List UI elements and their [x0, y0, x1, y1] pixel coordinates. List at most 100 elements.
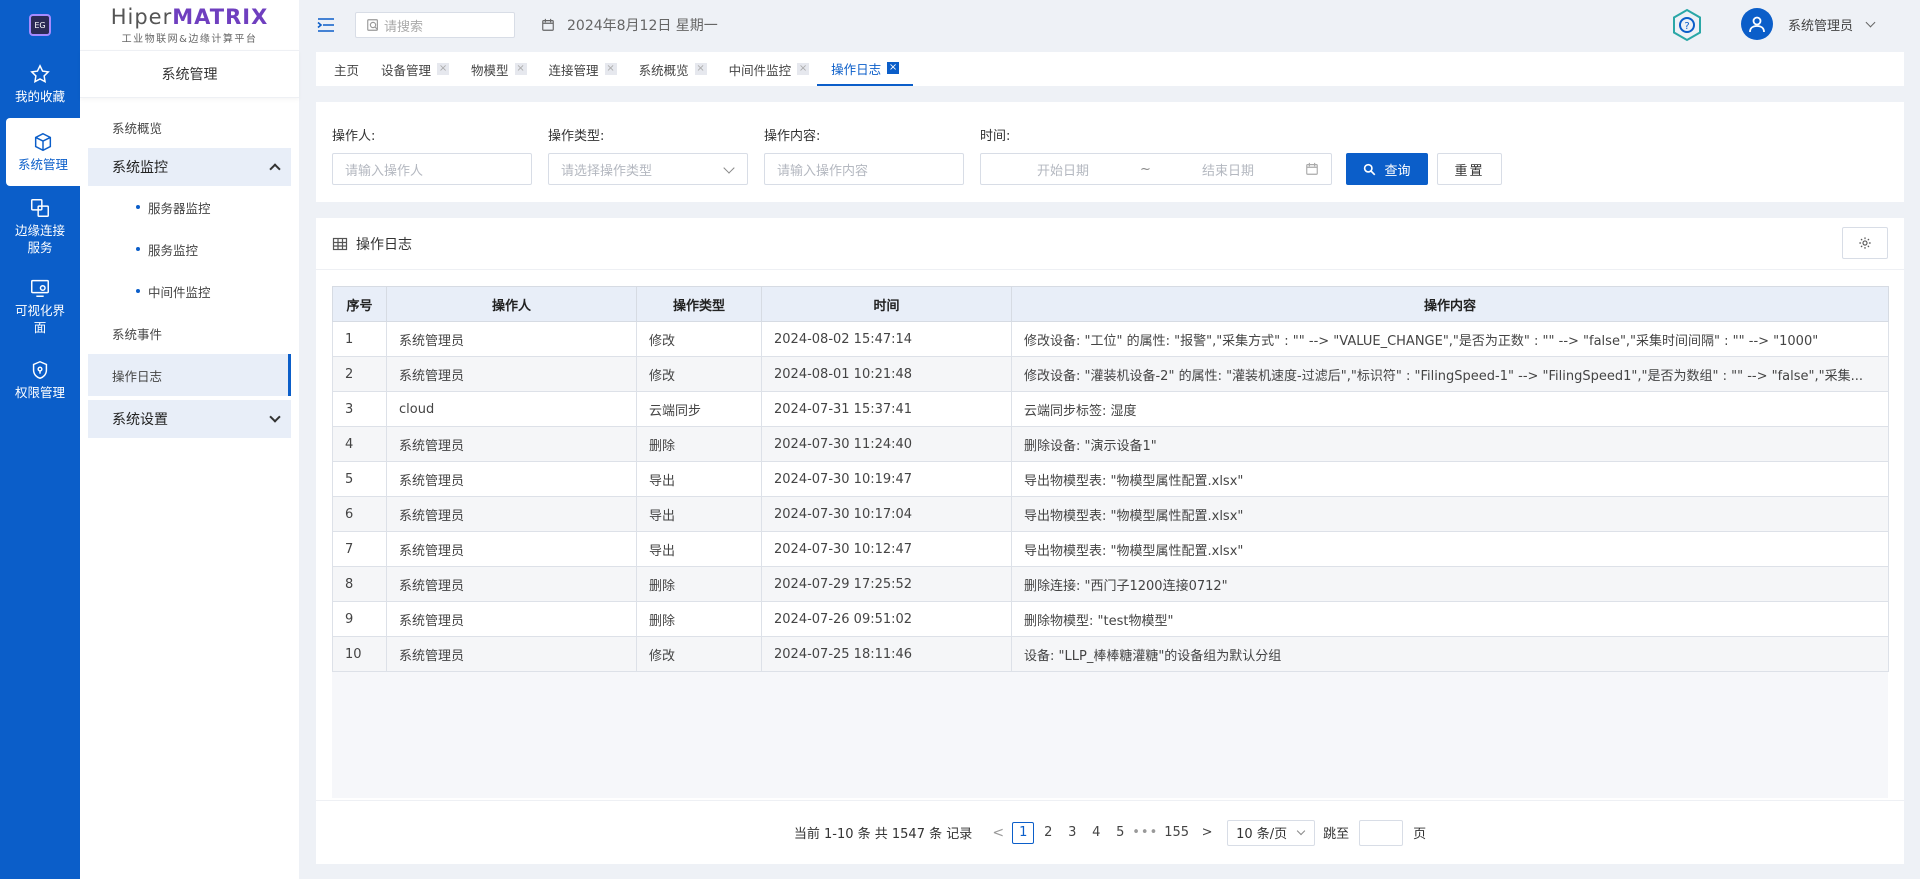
table-cell: 2024-07-26 09:51:02 [761, 601, 1012, 637]
table-cell: 删除 [636, 601, 762, 637]
column-header[interactable]: 操作类型 [636, 286, 762, 322]
table-cell: 1 [332, 321, 387, 357]
reset-button[interactable]: 重置 [1437, 153, 1502, 185]
tab-home[interactable]: 主页 [334, 52, 359, 86]
tab-connection-management[interactable]: 连接管理 × [549, 52, 617, 86]
rail-item-edge[interactable]: 边缘连接服务 [0, 186, 80, 266]
tab-operation-log[interactable]: 操作日志 × [817, 52, 914, 86]
operation-log-panel: 操作日志 序号 操作人 操作类型 时间 操作内容 1 系统管理员 修改 2024-08… [316, 218, 1904, 864]
column-header[interactable]: 时间 [761, 286, 1012, 322]
chevron-up-icon [269, 163, 281, 175]
star-icon [30, 64, 50, 83]
end-date-input[interactable]: 结束日期 [1202, 160, 1254, 179]
prev-page-button[interactable]: < [986, 821, 1010, 845]
table-row[interactable]: 5 系统管理员 导出 2024-07-30 10:19:47 导出物模型表: "物模型属… [332, 461, 1889, 497]
user-menu[interactable]: 系统管理员 [1740, 8, 1876, 40]
page-tabs: 主页 设备管理 × 物模型 × 连接管理 × 系统概览 × 中间件监控 × 操作日志 × [316, 52, 1904, 86]
table-cell: 修改 [636, 356, 762, 392]
menu-toggle-icon[interactable] [317, 18, 335, 32]
table-row[interactable]: 4 系统管理员 删除 2024-07-30 11:24:40 删除设备: "演示设备1" [332, 426, 1889, 462]
sidebar-menu: 系统概览 系统监控 服务器监控 服务监控 中间件监控 系统事件 操作日志 系统设… [80, 98, 299, 438]
close-icon[interactable]: × [797, 63, 810, 75]
close-icon[interactable]: × [887, 62, 900, 74]
table-cell: 10 [332, 636, 387, 672]
page-button[interactable]: 3 [1060, 821, 1084, 845]
search-input[interactable]: 请搜索 [355, 12, 515, 38]
query-button[interactable]: 查询 [1346, 153, 1428, 185]
rail-item-label: 系统管理 [17, 157, 68, 172]
table-cell: 2024-07-30 10:12:47 [761, 531, 1012, 567]
sidebar-item-server-monitor[interactable]: 服务器监控 [88, 186, 291, 228]
table-cell: 5 [332, 461, 387, 497]
page-button[interactable]: 2 [1036, 821, 1060, 845]
column-header[interactable]: 操作内容 [1011, 286, 1889, 322]
date-range-picker[interactable]: 开始日期 ~ 结束日期 [980, 153, 1332, 185]
sidebar-title: 系统管理 [80, 50, 299, 98]
next-page-button[interactable]: > [1195, 821, 1219, 845]
operation-type-select[interactable]: 请选择操作类型 [548, 153, 748, 185]
table-cell: 导出 [636, 531, 762, 567]
page-button[interactable]: 4 [1084, 821, 1108, 845]
table-cell: 修改设备: "工位" 的属性: "报警","采集方式" : "" --> "VA… [1011, 321, 1889, 357]
start-date-input[interactable]: 开始日期 [1037, 160, 1089, 179]
page-ellipsis[interactable]: ••• [1132, 821, 1158, 845]
table-cell: 系统管理员 [386, 356, 637, 392]
rail-item-permission[interactable]: 权限管理 [0, 346, 80, 414]
tab-thing-model[interactable]: 物模型 × [471, 52, 527, 86]
rail-item-favorites[interactable]: 我的收藏 [0, 50, 80, 118]
table-row[interactable]: 8 系统管理员 删除 2024-07-29 17:25:52 删除连接: "西门子120… [332, 566, 1889, 602]
table-cell: 2024-08-01 10:21:48 [761, 356, 1012, 392]
page-button[interactable]: 1 [1012, 821, 1035, 844]
tab-middleware-monitor[interactable]: 中间件监控 × [729, 52, 810, 86]
pagination: 当前 1-10 条 共 1547 条 记录 < 1 2 3 4 5 ••• 15… [316, 800, 1904, 864]
column-header[interactable]: 序号 [332, 286, 387, 322]
table-cell: 2024-07-30 10:17:04 [761, 496, 1012, 532]
close-icon[interactable]: × [437, 63, 450, 75]
jump-label: 跳至 [1323, 827, 1350, 842]
rail-item-visual[interactable]: 可视化界面 [0, 266, 80, 346]
table-row[interactable]: 3 cloud 云端同步 2024-07-31 15:37:41 云端同步标签: 湿度 [332, 391, 1889, 427]
page-size-select[interactable]: 10 条/页 [1227, 819, 1316, 846]
table-cell: 6 [332, 496, 387, 532]
column-header[interactable]: 操作人 [386, 286, 637, 322]
table-row[interactable]: 9 系统管理员 删除 2024-07-26 09:51:02 删除物模型: "test物… [332, 601, 1889, 637]
help-icon[interactable]: ? [1670, 8, 1704, 42]
table-row[interactable]: 10 系统管理员 修改 2024-07-25 18:11:46 设备: "LLP_棒棒糖… [332, 636, 1889, 672]
page-button[interactable]: 155 [1164, 821, 1189, 845]
sidebar-item-overview[interactable]: 系统概览 [88, 106, 291, 148]
table-body: 1 系统管理员 修改 2024-08-02 15:47:14 修改设备: "工位" 的属… [332, 321, 1889, 672]
table-cell: 2024-07-30 10:19:47 [761, 461, 1012, 497]
operation-content-input[interactable]: 请输入操作内容 [764, 153, 964, 185]
rail-item-system[interactable]: 系统管理 [6, 118, 80, 186]
table-row[interactable]: 6 系统管理员 导出 2024-07-30 10:17:04 导出物模型表: "物模型属… [332, 496, 1889, 532]
table-row[interactable]: 7 系统管理员 导出 2024-07-30 10:12:47 导出物模型表: "物模型属… [332, 531, 1889, 567]
table-cell: 导出物模型表: "物模型属性配置.xlsx" [1011, 496, 1889, 532]
close-icon[interactable]: × [604, 63, 617, 75]
table-cell: 3 [332, 391, 387, 427]
table-row[interactable]: 2 系统管理员 修改 2024-08-01 10:21:48 修改设备: "灌装机设备-… [332, 356, 1889, 392]
tab-device-management[interactable]: 设备管理 × [381, 52, 450, 86]
page-button[interactable]: 5 [1108, 821, 1132, 845]
jump-page-input[interactable] [1359, 819, 1404, 846]
sidebar-item-events[interactable]: 系统事件 [88, 312, 291, 354]
sidebar-group-settings[interactable]: 系统设置 [88, 400, 291, 438]
sidebar-group-monitor[interactable]: 系统监控 [88, 148, 291, 186]
operator-input[interactable]: 请输入操作人 [332, 153, 532, 185]
table-cell: 2024-07-25 18:11:46 [761, 636, 1012, 672]
table-row[interactable]: 1 系统管理员 修改 2024-08-02 15:47:14 修改设备: "工位" 的属… [332, 321, 1889, 357]
time-label: 时间: [980, 129, 1011, 144]
table-cell: 系统管理员 [386, 321, 637, 357]
close-icon[interactable]: × [514, 63, 527, 75]
table-cell: 导出物模型表: "物模型属性配置.xlsx" [1011, 461, 1889, 497]
filter-panel: 操作人: 请输入操作人 操作类型: 请选择操作类型 操作内容: 请输入操作内容 … [316, 102, 1904, 202]
screen-eye-icon [31, 279, 49, 297]
close-icon[interactable]: × [694, 63, 707, 75]
table-cell: 4 [332, 426, 387, 462]
sidebar-item-middleware-monitor[interactable]: 中间件监控 [88, 270, 291, 312]
settings-button[interactable] [1842, 227, 1888, 259]
sidebar-item-service-monitor[interactable]: 服务监控 [88, 228, 291, 270]
cube-icon [34, 132, 52, 152]
sidebar-item-oplog[interactable]: 操作日志 [88, 354, 291, 396]
tab-system-overview[interactable]: 系统概览 × [639, 52, 707, 86]
operation-content-label: 操作内容: [764, 129, 821, 144]
